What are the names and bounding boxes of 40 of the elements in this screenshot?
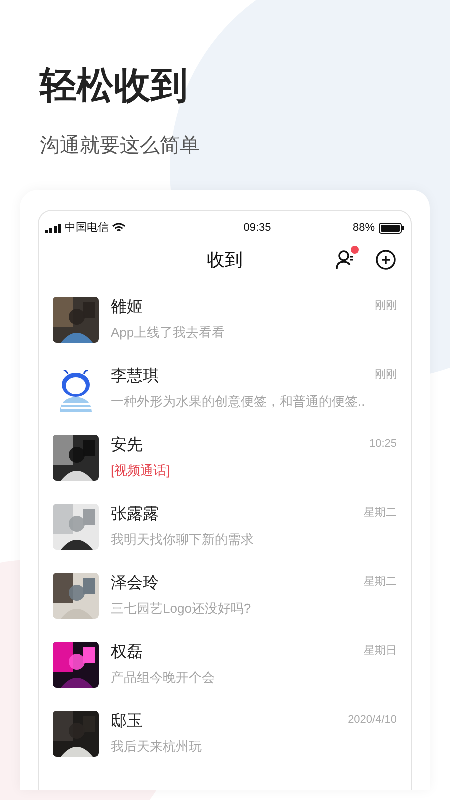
tagline: 沟通就要这么简单 xyxy=(40,134,200,159)
contact-name: 张露露 xyxy=(111,504,159,525)
chat-row[interactable]: 权磊 星期日 产品组今晚开个会 xyxy=(53,642,397,688)
contact-name: 李慧琪 xyxy=(111,366,159,387)
chat-row[interactable]: 泽会玲 星期二 三七园艺Logo还没好吗? xyxy=(53,573,397,619)
message-preview: 产品组今晚开个会 xyxy=(111,669,216,687)
message-preview: [视频通话] xyxy=(111,462,172,480)
contacts-button[interactable] xyxy=(335,249,357,271)
chat-row[interactable]: 安先 10:25 [视频通话] xyxy=(53,435,397,481)
message-preview: 一种外形为水果的创意便签，和普通的便签.. xyxy=(111,393,366,411)
contact-name: 雒姬 xyxy=(111,298,143,318)
chat-row[interactable]: 雒姬 刚刚 App上线了我去看看 xyxy=(53,297,397,343)
contact-name: 邸玉 xyxy=(111,712,143,732)
clock: 09:35 xyxy=(244,220,272,236)
carrier: 中国电信 xyxy=(65,220,109,236)
message-time: 星期二 xyxy=(364,575,397,590)
add-circle-icon xyxy=(375,249,397,271)
contact-name: 泽会玲 xyxy=(111,574,159,594)
message-preview: 我明天找你聊下新的需求 xyxy=(111,531,255,549)
chat-row[interactable]: 张露露 星期二 我明天找你聊下新的需求 xyxy=(53,504,397,550)
contact-name: 权磊 xyxy=(111,643,143,663)
message-preview: App上线了我去看看 xyxy=(111,324,226,342)
battery-level: 88% xyxy=(352,220,375,236)
signal-icon xyxy=(45,224,62,232)
contact-name: 安先 xyxy=(111,436,143,456)
message-time: 星期二 xyxy=(364,506,397,521)
wifi-icon xyxy=(112,223,126,233)
chat-row[interactable]: 邸玉 2020/4/10 我后天来杭州玩 xyxy=(53,711,397,757)
message-time: 2020/4/10 xyxy=(348,713,397,728)
message-time: 星期日 xyxy=(364,644,397,659)
battery-icon xyxy=(379,222,405,234)
headline: 轻松收到 xyxy=(40,64,188,108)
message-time: 10:25 xyxy=(369,437,397,452)
add-button[interactable] xyxy=(375,249,397,271)
chat-row[interactable]: 李慧琪 刚刚 一种外形为水果的创意便签，和普通的便签.. xyxy=(53,366,397,412)
message-preview: 三七园艺Logo还没好吗? xyxy=(111,600,252,618)
screen-title: 收到 xyxy=(207,248,243,272)
message-time: 刚刚 xyxy=(375,299,397,314)
message-preview: 我后天来杭州玩 xyxy=(111,738,203,756)
message-time: 刚刚 xyxy=(375,368,397,383)
